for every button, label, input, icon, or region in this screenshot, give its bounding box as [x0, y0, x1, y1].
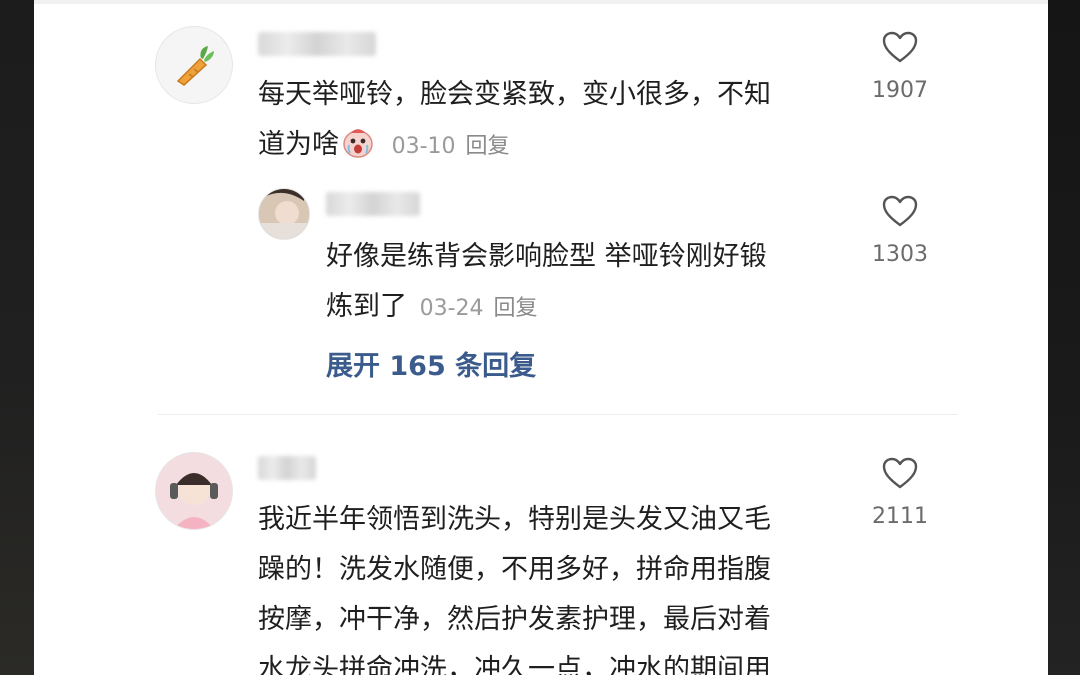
heart-outline-icon	[882, 31, 918, 63]
avatar-photo	[156, 453, 232, 529]
comment-line: 我近半年领悟到洗头，特别是头发又油又毛	[258, 504, 771, 535]
comment-item: 每天举哑铃，脸会变紧致，变小很多，不知 道为啥 03-10 回复 1907	[34, 0, 1048, 190]
crying-face-emoji	[343, 129, 373, 158]
username-blurred[interactable]	[326, 192, 420, 216]
comment-line: 水龙头拼命冲洗，冲久一点，冲水的期间用	[258, 654, 771, 675]
reply-line: 好像是练背会影响脸型 举哑铃刚好锻	[326, 241, 767, 272]
avatar[interactable]	[155, 26, 233, 104]
username-blurred[interactable]	[258, 32, 376, 56]
comment-line: 按摩，冲干净，然后护发素护理，最后对着	[258, 604, 771, 635]
reply-line: 炼到了	[326, 291, 407, 322]
comment-line: 每天举哑铃，脸会变紧致，变小很多，不知	[258, 79, 771, 110]
comment-item: 我近半年领悟到洗头，特别是头发又油又毛 躁的！洗发水随便，不用多好，拼命用指腹 …	[34, 440, 1048, 675]
comment-line: 道为啥	[258, 129, 339, 160]
reply-date: 03-24	[419, 296, 484, 321]
carrot-icon	[176, 46, 214, 86]
video-background-right	[1048, 0, 1080, 675]
reply-link[interactable]: 回复	[466, 134, 510, 159]
video-background-left	[0, 0, 34, 675]
like-count: 2111	[872, 504, 928, 529]
reply-item: 好像是练背会影响脸型 举哑铃刚好锻 炼到了 03-24 回复 1303	[34, 180, 1048, 330]
divider	[158, 414, 958, 415]
username-blurred[interactable]	[258, 456, 316, 480]
comment-text: 我近半年领悟到洗头，特别是头发又油又毛 躁的！洗发水随便，不用多好，拼命用指腹 …	[258, 495, 878, 675]
like-count: 1303	[872, 242, 928, 267]
avatar[interactable]	[155, 452, 233, 530]
reply-link[interactable]: 回复	[494, 296, 538, 321]
like-button[interactable]: 2111	[862, 456, 938, 529]
comment-date: 03-10	[391, 134, 456, 159]
avatar-photo	[259, 189, 309, 239]
heart-outline-icon	[882, 195, 918, 227]
like-button[interactable]: 1303	[862, 194, 938, 267]
like-count: 1907	[872, 78, 928, 103]
comment-text: 每天举哑铃，脸会变紧致，变小很多，不知 道为啥 03-10 回复	[258, 70, 858, 172]
comment-line: 躁的！洗发水随便，不用多好，拼命用指腹	[258, 554, 771, 585]
comments-panel: 每天举哑铃，脸会变紧致，变小很多，不知 道为啥 03-10 回复 1907 好像…	[34, 0, 1048, 675]
reply-text: 好像是练背会影响脸型 举哑铃刚好锻 炼到了 03-24 回复	[326, 232, 846, 334]
avatar[interactable]	[258, 188, 310, 240]
like-button[interactable]: 1907	[862, 30, 938, 103]
expand-replies-button[interactable]: 展开 165 条回复	[326, 344, 536, 383]
heart-outline-icon	[882, 457, 918, 489]
